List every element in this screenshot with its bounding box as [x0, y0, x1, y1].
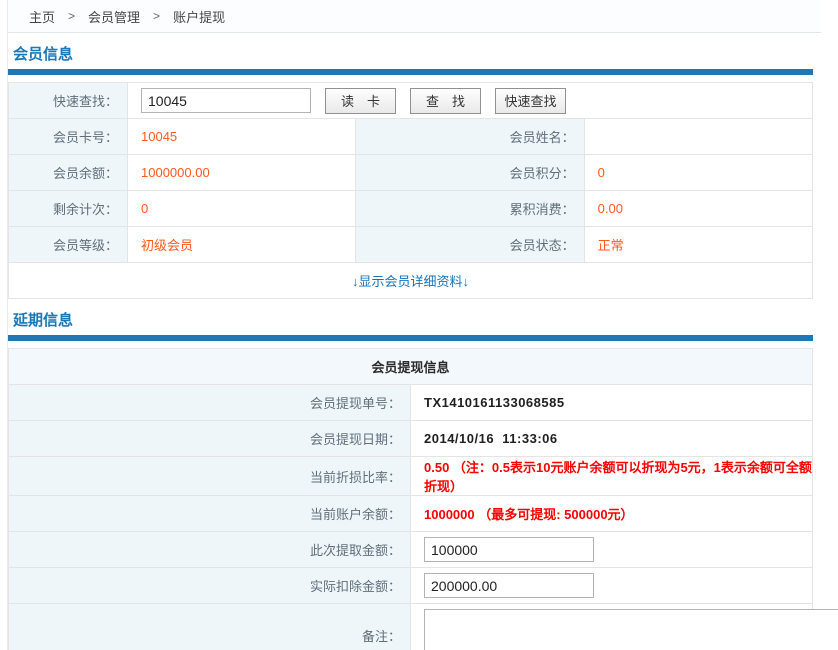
- table-row: 当前折损比率： 0.50 （注：0.5表示10元账户余额可以折现为5元，1表示余…: [9, 457, 813, 496]
- quick-search-cell: 读 卡 查 找 快速查找: [128, 83, 813, 119]
- member-name-value: [584, 119, 812, 155]
- account-balance-label: 当前账户余额：: [9, 496, 411, 532]
- member-info-section-bar: [8, 69, 813, 75]
- remark-label: 备注：: [9, 604, 411, 650]
- member-level-value: 初级会员: [128, 227, 356, 263]
- member-info-section-title: 会员信息: [13, 43, 813, 64]
- withdraw-amount-input[interactable]: [424, 537, 594, 562]
- total-consumption-label: 累积消费：: [356, 191, 584, 227]
- breadcrumb-member-management[interactable]: 会员管理: [88, 7, 140, 26]
- account-balance-value: 1000000 （最多可提现: 500000元）: [411, 496, 813, 532]
- remaining-times-label: 剩余计次：: [9, 191, 128, 227]
- details-link-row: ↓显示会员详细资料↓: [9, 263, 813, 299]
- deduct-amount-label: 实际扣除金额：: [9, 568, 411, 604]
- breadcrumb-separator-icon: >: [68, 9, 75, 23]
- breadcrumb-home[interactable]: 主页: [29, 7, 55, 26]
- withdraw-table: 会员提现信息 会员提现单号： TX1410161133068585 会员提现日期…: [8, 348, 813, 650]
- breadcrumb-account-withdraw[interactable]: 账户提现: [173, 7, 225, 26]
- withdraw-order-label: 会员提现单号：: [9, 385, 411, 421]
- table-row: 会员提现日期： 2014/10/16 11:33:06: [9, 421, 813, 457]
- remark-textarea[interactable]: [425, 610, 838, 650]
- withdraw-date-label: 会员提现日期：: [9, 421, 411, 457]
- discount-ratio-label: 当前折损比率：: [9, 457, 411, 496]
- breadcrumb-separator-icon: >: [153, 9, 160, 23]
- member-status-label: 会员状态：: [356, 227, 584, 263]
- member-level-label: 会员等级：: [9, 227, 128, 263]
- discount-ratio-value: 0.50 （注：0.5表示10元账户余额可以折现为5元，1表示余额可全额折现）: [411, 457, 813, 496]
- remark-cell: ▲ ▼: [411, 604, 813, 650]
- quick-search-input[interactable]: [141, 88, 311, 113]
- table-row: 会员提现单号： TX1410161133068585: [9, 385, 813, 421]
- deduct-amount-cell: [411, 568, 813, 604]
- table-row: 剩余计次： 0 累积消费： 0.00: [9, 191, 813, 227]
- balance-label: 会员余额：: [9, 155, 128, 191]
- quick-search-button[interactable]: 快速查找: [495, 88, 566, 114]
- search-button[interactable]: 查 找: [410, 88, 481, 114]
- withdraw-date-value: 2014/10/16 11:33:06: [411, 421, 813, 457]
- withdraw-table-header: 会员提现信息: [9, 349, 813, 385]
- show-member-details-link[interactable]: ↓显示会员详细资料↓: [352, 274, 469, 289]
- table-row: 会员等级： 初级会员 会员状态： 正常: [9, 227, 813, 263]
- read-card-button[interactable]: 读 卡: [325, 88, 396, 114]
- points-label: 会员积分：: [356, 155, 584, 191]
- withdraw-order-value: TX1410161133068585: [411, 385, 813, 421]
- quick-search-row: 快速查找： 读 卡 查 找 快速查找: [9, 83, 813, 119]
- main-content: 会员信息 快速查找： 读 卡 查 找 快速查找 会员卡号： 10045 会员姓名…: [8, 43, 813, 650]
- deduct-amount-input[interactable]: [424, 573, 594, 598]
- remaining-times-value: 0: [128, 191, 356, 227]
- total-consumption-value: 0.00: [584, 191, 812, 227]
- member-name-label: 会员姓名：: [356, 119, 584, 155]
- withdraw-table-title: 会员提现信息: [9, 349, 813, 385]
- member-info-table: 快速查找： 读 卡 查 找 快速查找 会员卡号： 10045 会员姓名： 会员余…: [8, 82, 813, 299]
- remark-row: 备注： ▲ ▼: [9, 604, 813, 650]
- balance-value: 1000000.00: [128, 155, 356, 191]
- table-row: 会员卡号： 10045 会员姓名：: [9, 119, 813, 155]
- table-row: 会员余额： 1000000.00 会员积分： 0: [9, 155, 813, 191]
- member-status-value: 正常: [584, 227, 812, 263]
- page-container: 主页 > 会员管理 > 账户提现 会员信息 快速查找： 读 卡 查 找 快速查找: [7, 0, 832, 650]
- details-link-cell: ↓显示会员详细资料↓: [9, 263, 813, 299]
- table-row: 实际扣除金额：: [9, 568, 813, 604]
- withdraw-amount-label: 此次提取金额：: [9, 532, 411, 568]
- withdraw-section-bar: [8, 335, 813, 341]
- points-value: 0: [584, 155, 812, 191]
- table-row: 此次提取金额：: [9, 532, 813, 568]
- withdraw-section-title: 延期信息: [13, 309, 813, 330]
- quick-search-label: 快速查找：: [9, 83, 128, 119]
- withdraw-amount-cell: [411, 532, 813, 568]
- card-no-label: 会员卡号：: [9, 119, 128, 155]
- table-row: 当前账户余额： 1000000 （最多可提现: 500000元）: [9, 496, 813, 532]
- card-no-value: 10045: [128, 119, 356, 155]
- breadcrumb: 主页 > 会员管理 > 账户提现: [8, 0, 821, 33]
